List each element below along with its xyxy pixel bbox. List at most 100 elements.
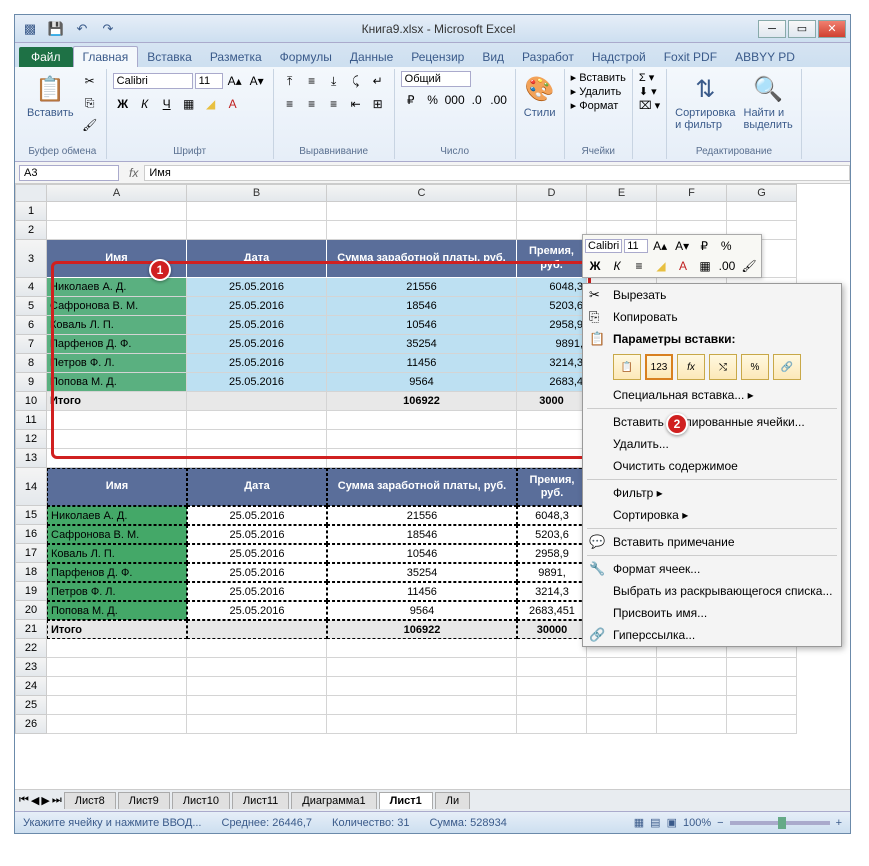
cell[interactable]: 25.05.2016	[187, 297, 327, 316]
cell[interactable]: Дата	[187, 468, 327, 506]
mini-border-icon[interactable]: ▦	[695, 257, 715, 275]
mini-decimal-icon[interactable]: .00	[717, 257, 737, 275]
mini-format-painter-icon[interactable]: 🖌	[739, 257, 759, 275]
cell[interactable]: Сумма заработной платы, руб.	[327, 240, 517, 278]
ctx-filter[interactable]: Фильтр ▸	[583, 482, 841, 504]
cell[interactable]	[187, 411, 327, 430]
cell[interactable]: 9891,	[517, 563, 587, 582]
cell[interactable]	[187, 677, 327, 696]
cell[interactable]	[327, 221, 517, 240]
cell[interactable]	[187, 620, 327, 639]
cell[interactable]: Николаев А. Д.	[47, 506, 187, 525]
tab-home[interactable]: Главная	[73, 46, 139, 67]
ctx-sort[interactable]: Сортировка ▸	[583, 504, 841, 526]
cell[interactable]	[727, 696, 797, 715]
cell[interactable]	[517, 449, 587, 468]
zoom-slider[interactable]	[730, 821, 830, 825]
ctx-define-name[interactable]: Присвоить имя...	[583, 602, 841, 624]
mini-grow-icon[interactable]: A▴	[650, 237, 670, 255]
cell[interactable]	[587, 202, 657, 221]
cell[interactable]: 25.05.2016	[187, 316, 327, 335]
mini-font-size[interactable]: 11	[624, 239, 648, 253]
grow-font-icon[interactable]: A▴	[225, 71, 245, 91]
cell[interactable]: Попова М. Д.	[47, 373, 187, 392]
align-left-icon[interactable]: ≡	[280, 94, 300, 114]
close-button[interactable]: ✕	[818, 20, 846, 38]
cell[interactable]	[327, 696, 517, 715]
cell[interactable]: Коваль Л. П.	[47, 544, 187, 563]
mini-percent-icon[interactable]: %	[716, 237, 736, 255]
cell[interactable]	[187, 392, 327, 411]
cell[interactable]	[47, 411, 187, 430]
cell[interactable]	[327, 449, 517, 468]
tab-addins[interactable]: Надстрой	[583, 47, 655, 67]
sheet-tab[interactable]: Лист8	[64, 792, 116, 809]
minimize-button[interactable]: ─	[758, 20, 786, 38]
cell[interactable]: Дата	[187, 240, 327, 278]
cell[interactable]	[517, 430, 587, 449]
copy-icon[interactable]: ⎘	[80, 93, 100, 113]
mini-fontcolor-icon[interactable]: A	[673, 257, 693, 275]
redo-icon[interactable]: ↷	[97, 18, 119, 40]
ctx-paste-special[interactable]: Специальная вставка... ▸	[583, 384, 841, 406]
cell[interactable]: 25.05.2016	[187, 525, 327, 544]
tab-layout[interactable]: Разметка	[201, 47, 271, 67]
cell[interactable]	[47, 639, 187, 658]
autosum-button[interactable]: Σ ▾	[639, 71, 654, 84]
cell[interactable]: 106922	[327, 392, 517, 411]
cell[interactable]: 11456	[327, 354, 517, 373]
cell[interactable]: Коваль Л. П.	[47, 316, 187, 335]
cell[interactable]	[657, 658, 727, 677]
cell[interactable]: 2958,9	[517, 544, 587, 563]
tab-data[interactable]: Данные	[341, 47, 402, 67]
tab-nav-last[interactable]: ⏭	[52, 794, 62, 807]
col-header[interactable]: E	[587, 184, 657, 202]
maximize-button[interactable]: ▭	[788, 20, 816, 38]
undo-icon[interactable]: ↶	[71, 18, 93, 40]
cell[interactable]	[587, 658, 657, 677]
cell[interactable]	[657, 696, 727, 715]
tab-abbyy[interactable]: ABBYY PD	[726, 47, 804, 67]
row-header[interactable]: 8	[15, 354, 47, 373]
cell[interactable]: 18546	[327, 297, 517, 316]
dec-decimal-icon[interactable]: .00	[489, 90, 509, 110]
ctx-dropdown-list[interactable]: Выбрать из раскрывающегося списка...	[583, 580, 841, 602]
cell[interactable]: 5203,6	[517, 525, 587, 544]
ctx-format-cells[interactable]: 🔧Формат ячеек...	[583, 558, 841, 580]
cell[interactable]: Попова М. Д.	[47, 601, 187, 620]
cell[interactable]: 25.05.2016	[187, 354, 327, 373]
mini-shrink-icon[interactable]: A▾	[672, 237, 692, 255]
row-header[interactable]: 13	[15, 449, 47, 468]
ctx-clear[interactable]: Очистить содержимое	[583, 455, 841, 477]
cell[interactable]: 6048,3	[517, 506, 587, 525]
fx-icon[interactable]: fx	[129, 166, 138, 180]
view-normal-icon[interactable]: ▦	[634, 816, 644, 829]
sheet-tab[interactable]: Лист11	[232, 792, 289, 809]
cell[interactable]: Имя	[47, 468, 187, 506]
cell[interactable]: Николаев А. Д.	[47, 278, 187, 297]
ctx-hyperlink[interactable]: 🔗Гиперссылка...	[583, 624, 841, 646]
font-size-select[interactable]: 11	[195, 73, 223, 89]
sheet-tab[interactable]: Диаграмма1	[291, 792, 376, 809]
tab-nav-prev[interactable]: ◀	[31, 794, 39, 807]
cell[interactable]	[657, 202, 727, 221]
row-header[interactable]: 24	[15, 677, 47, 696]
cell[interactable]	[517, 696, 587, 715]
formula-bar[interactable]: Имя	[144, 165, 850, 181]
ctx-comment[interactable]: 💬Вставить примечание	[583, 531, 841, 553]
cell[interactable]: 11456	[327, 582, 517, 601]
indent-dec-icon[interactable]: ⇤	[346, 94, 366, 114]
row-header[interactable]: 4	[15, 278, 47, 297]
cell[interactable]: Сафронова В. М.	[47, 525, 187, 544]
align-middle-icon[interactable]: ≡	[302, 71, 322, 91]
cell[interactable]	[187, 715, 327, 734]
cell[interactable]	[187, 696, 327, 715]
font-color-icon[interactable]: A	[223, 94, 243, 114]
cell[interactable]: 25.05.2016	[187, 582, 327, 601]
align-top-icon[interactable]: ⤒	[280, 71, 300, 91]
sheet-tab-active[interactable]: Лист1	[379, 792, 433, 809]
row-header[interactable]: 18	[15, 563, 47, 582]
fill-color-icon[interactable]: ◢	[201, 94, 221, 114]
ctx-copy[interactable]: ⎘Копировать	[583, 306, 841, 328]
cell[interactable]: 2683,4	[517, 373, 587, 392]
